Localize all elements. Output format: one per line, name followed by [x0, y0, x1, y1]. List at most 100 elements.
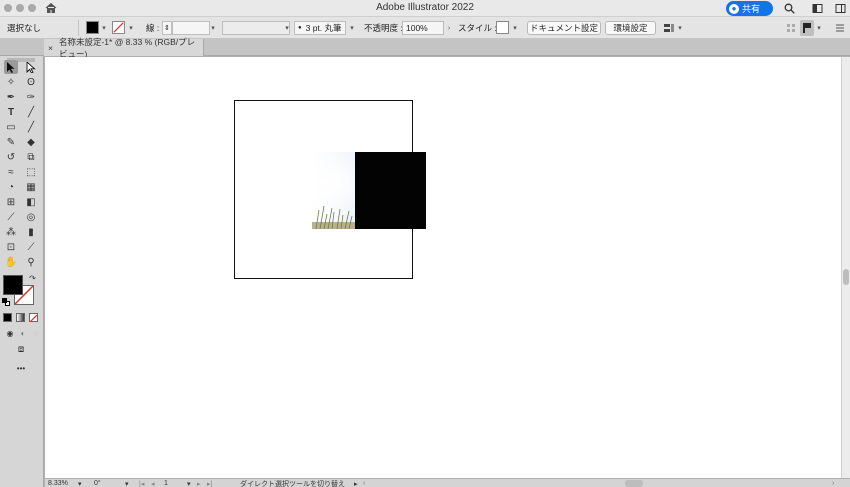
- zoom-tool-icon[interactable]: ⚲: [24, 255, 38, 269]
- blend-tool-icon[interactable]: ◎: [24, 210, 38, 224]
- black-rectangle-object[interactable]: [355, 152, 426, 229]
- opacity-input[interactable]: 100%: [402, 21, 444, 35]
- divider: [78, 20, 79, 36]
- arrange-documents-icon[interactable]: [663, 22, 675, 34]
- scroll-left-icon[interactable]: ‹: [363, 479, 365, 487]
- column-graph-tool-icon[interactable]: ▮: [24, 225, 38, 239]
- stroke-label: 線 :: [146, 23, 160, 33]
- first-artboard-icon[interactable]: |◂: [139, 479, 144, 487]
- width-tool-icon[interactable]: ≈: [4, 165, 18, 179]
- workspace-icon[interactable]: [812, 3, 823, 14]
- user-icon: ●: [729, 3, 739, 14]
- chevron-down-icon[interactable]: ▾: [208, 21, 218, 35]
- default-colors-icon[interactable]: [2, 298, 10, 306]
- status-arrow-icon[interactable]: ▸: [354, 479, 358, 487]
- title-bar: Adobe Illustrator 2022 ● 共有: [0, 0, 850, 17]
- chevron-down-icon[interactable]: ▾: [187, 479, 191, 487]
- edit-toolbar-icon[interactable]: •••: [14, 361, 28, 375]
- stroke-weight-stepper[interactable]: ⇕: [162, 21, 172, 35]
- status-bar: 8.33% ▾ 0° ▾ |◂ ◂ 1 ▾ ▸ ▸| ダイレクト選択ツールを切り…: [45, 478, 850, 487]
- rectangle-tool-icon[interactable]: ▭: [4, 120, 18, 134]
- selection-tool-icon[interactable]: [4, 60, 18, 74]
- selection-status: 選択なし: [7, 23, 42, 33]
- artboard-tool-icon[interactable]: ⊡: [4, 240, 18, 254]
- vertical-scroll-thumb[interactable]: [843, 269, 849, 285]
- paintbrush-tool-icon[interactable]: ╱: [24, 120, 38, 134]
- chevron-right-icon[interactable]: ›: [444, 21, 454, 35]
- artboard-number[interactable]: 1: [164, 479, 168, 487]
- chevron-down-icon[interactable]: ▾: [126, 21, 136, 35]
- document-tab[interactable]: × 名称未設定-1* @ 8.33 % (RGB/プレビュー): [44, 37, 204, 59]
- line-segment-tool-icon[interactable]: ╱: [24, 105, 38, 119]
- fill-swatch[interactable]: [86, 21, 99, 34]
- vertical-scrollbar[interactable]: [841, 57, 850, 478]
- variable-width-profile[interactable]: [222, 21, 290, 35]
- properties-icon: [803, 23, 811, 33]
- gradient-mode-icon[interactable]: [16, 313, 25, 322]
- brush-definition[interactable]: ● 3 pt. 丸筆: [294, 21, 346, 35]
- zoom-level[interactable]: 8.33%: [48, 479, 68, 487]
- chevron-down-icon[interactable]: ▾: [125, 479, 129, 487]
- next-artboard-icon[interactable]: ▸: [197, 479, 201, 487]
- close-tab-icon[interactable]: ×: [48, 43, 53, 53]
- draw-inside-icon[interactable]: ◌: [29, 326, 43, 340]
- horizontal-scroll-thumb[interactable]: [625, 480, 643, 487]
- panel-menu-icon[interactable]: [835, 22, 845, 34]
- eraser-tool-icon[interactable]: ◆: [24, 135, 38, 149]
- toolbox: ✧ ʘ ✒ ✑ T ╱ ▭ ╱ ✎ ◆ ↺ ⧉ ≈ ⬚ ◔ ▦ ⊞ ◧ ⟋ ◎ …: [0, 56, 44, 487]
- share-button[interactable]: ● 共有: [726, 1, 773, 16]
- slice-tool-icon[interactable]: ⟋: [24, 240, 38, 254]
- none-mode-icon[interactable]: [29, 313, 38, 323]
- chevron-down-icon[interactable]: ▾: [99, 21, 109, 35]
- document-tab-title: 名称未設定-1* @ 8.33 % (RGB/プレビュー): [58, 36, 196, 59]
- hand-tool-icon[interactable]: ✋: [4, 255, 18, 269]
- magic-wand-tool-icon[interactable]: ✧: [4, 75, 18, 89]
- swap-fill-stroke-icon[interactable]: ↷: [28, 274, 37, 283]
- draw-normal-icon[interactable]: ◉: [3, 326, 17, 340]
- mesh-tool-icon[interactable]: ⊞: [4, 195, 18, 209]
- chevron-down-icon[interactable]: ▾: [282, 21, 292, 35]
- pencil-tool-icon[interactable]: ✎: [4, 135, 18, 149]
- direct-selection-tool-icon[interactable]: [24, 60, 38, 74]
- chevron-down-icon[interactable]: ▾: [814, 21, 824, 35]
- free-transform-tool-icon[interactable]: ⬚: [24, 165, 38, 179]
- scroll-right-icon[interactable]: ›: [832, 479, 834, 487]
- rotation-value[interactable]: 0°: [94, 479, 101, 487]
- document-setup-button[interactable]: ドキュメント設定: [527, 21, 601, 35]
- lasso-tool-icon[interactable]: ʘ: [24, 75, 38, 89]
- brush-definition-value: 3 pt. 丸筆: [305, 23, 342, 33]
- scale-tool-icon[interactable]: ⧉: [24, 150, 38, 164]
- stroke-weight-input[interactable]: [172, 21, 210, 35]
- chevron-down-icon[interactable]: ▾: [78, 479, 82, 487]
- panels-icon[interactable]: [835, 3, 846, 14]
- eyedropper-tool-icon[interactable]: ⟋: [4, 210, 18, 224]
- previous-artboard-icon[interactable]: ◂: [151, 479, 155, 487]
- graphic-style-swatch[interactable]: [496, 21, 509, 34]
- chevron-down-icon[interactable]: ▾: [675, 21, 685, 35]
- share-label: 共有: [742, 4, 761, 14]
- preferences-button[interactable]: 環境設定: [605, 21, 656, 35]
- app-title: Adobe Illustrator 2022: [376, 2, 474, 13]
- canvas-pasteboard[interactable]: [45, 57, 841, 478]
- search-icon[interactable]: [784, 3, 795, 14]
- grip-icon: [787, 24, 795, 32]
- shape-builder-tool-icon[interactable]: ◔: [4, 180, 18, 194]
- color-mode-icon[interactable]: [3, 313, 12, 322]
- chevron-down-icon[interactable]: ▾: [347, 21, 357, 35]
- rotate-tool-icon[interactable]: ↺: [4, 150, 18, 164]
- style-label: スタイル :: [458, 23, 497, 33]
- symbol-sprayer-tool-icon[interactable]: ⁂: [4, 225, 18, 239]
- stroke-none-swatch[interactable]: [112, 21, 125, 34]
- fill-color-box[interactable]: [3, 275, 23, 295]
- type-tool-icon[interactable]: T: [4, 105, 18, 119]
- draw-behind-icon[interactable]: ◐: [16, 326, 30, 340]
- chevron-down-icon[interactable]: ▾: [510, 21, 520, 35]
- pen-tool-icon[interactable]: ✒: [4, 90, 18, 104]
- perspective-grid-tool-icon[interactable]: ▦: [24, 180, 38, 194]
- screen-mode-icon[interactable]: ⧈: [14, 342, 28, 356]
- last-artboard-icon[interactable]: ▸|: [207, 479, 212, 487]
- curvature-tool-icon[interactable]: ✑: [24, 90, 38, 104]
- opacity-label: 不透明度 :: [364, 23, 403, 33]
- properties-toggle[interactable]: [800, 20, 814, 36]
- gradient-tool-icon[interactable]: ◧: [24, 195, 38, 209]
